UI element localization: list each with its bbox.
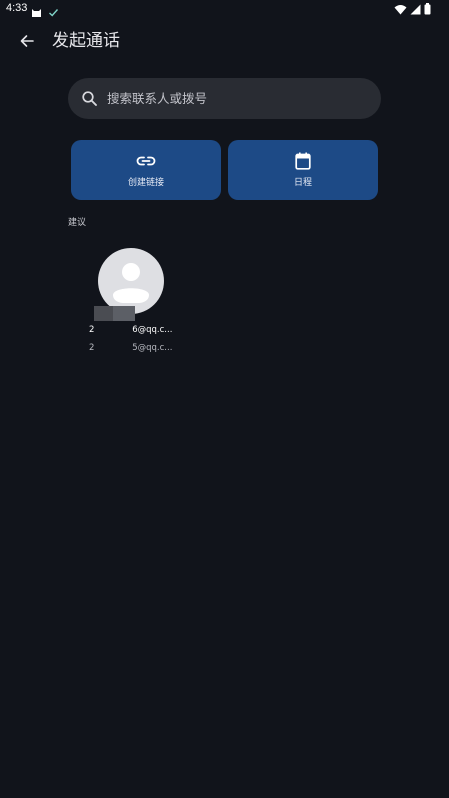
check-icon [48,3,59,17]
status-time: 4:33 [6,2,28,14]
wifi-icon [394,0,407,19]
person-icon [113,263,149,303]
suggestions-heading: 建议 [68,218,87,228]
schedule-label: 日程 [293,178,312,188]
arrow-back-icon [19,33,35,53]
cat-icon [31,3,42,17]
search-icon [81,90,98,107]
signal-icon [410,0,421,19]
link-icon [136,152,156,170]
redaction-block [113,306,135,321]
top-app-bar: 发起通话 [0,24,449,60]
contact-name: 2 6@qq.c... [89,325,173,335]
battery-icon [424,0,431,19]
calendar-icon [293,152,313,170]
redaction-block [94,306,113,321]
page-title: 发起通话 [52,31,120,51]
status-icons [394,2,431,15]
search-placeholder: 搜索联系人或拨号 [107,91,208,106]
create-link-button[interactable]: 创建链接 [71,140,221,200]
contact-email: 2 5@qq.c... [89,343,173,353]
avatar [98,248,164,314]
suggested-contact[interactable]: 2 6@qq.c... 2 5@qq.c... [86,246,186,360]
search-input[interactable]: 搜索联系人或拨号 [68,78,381,119]
call-screen: 4:33 发起通话 搜索联系人或拨号 创建链接 日程 建议 2 6@qq.c..… [0,0,449,798]
create-link-label: 创建链接 [127,178,164,188]
back-button[interactable] [14,30,40,56]
status-bar: 4:33 [0,0,449,18]
schedule-button[interactable]: 日程 [228,140,378,200]
